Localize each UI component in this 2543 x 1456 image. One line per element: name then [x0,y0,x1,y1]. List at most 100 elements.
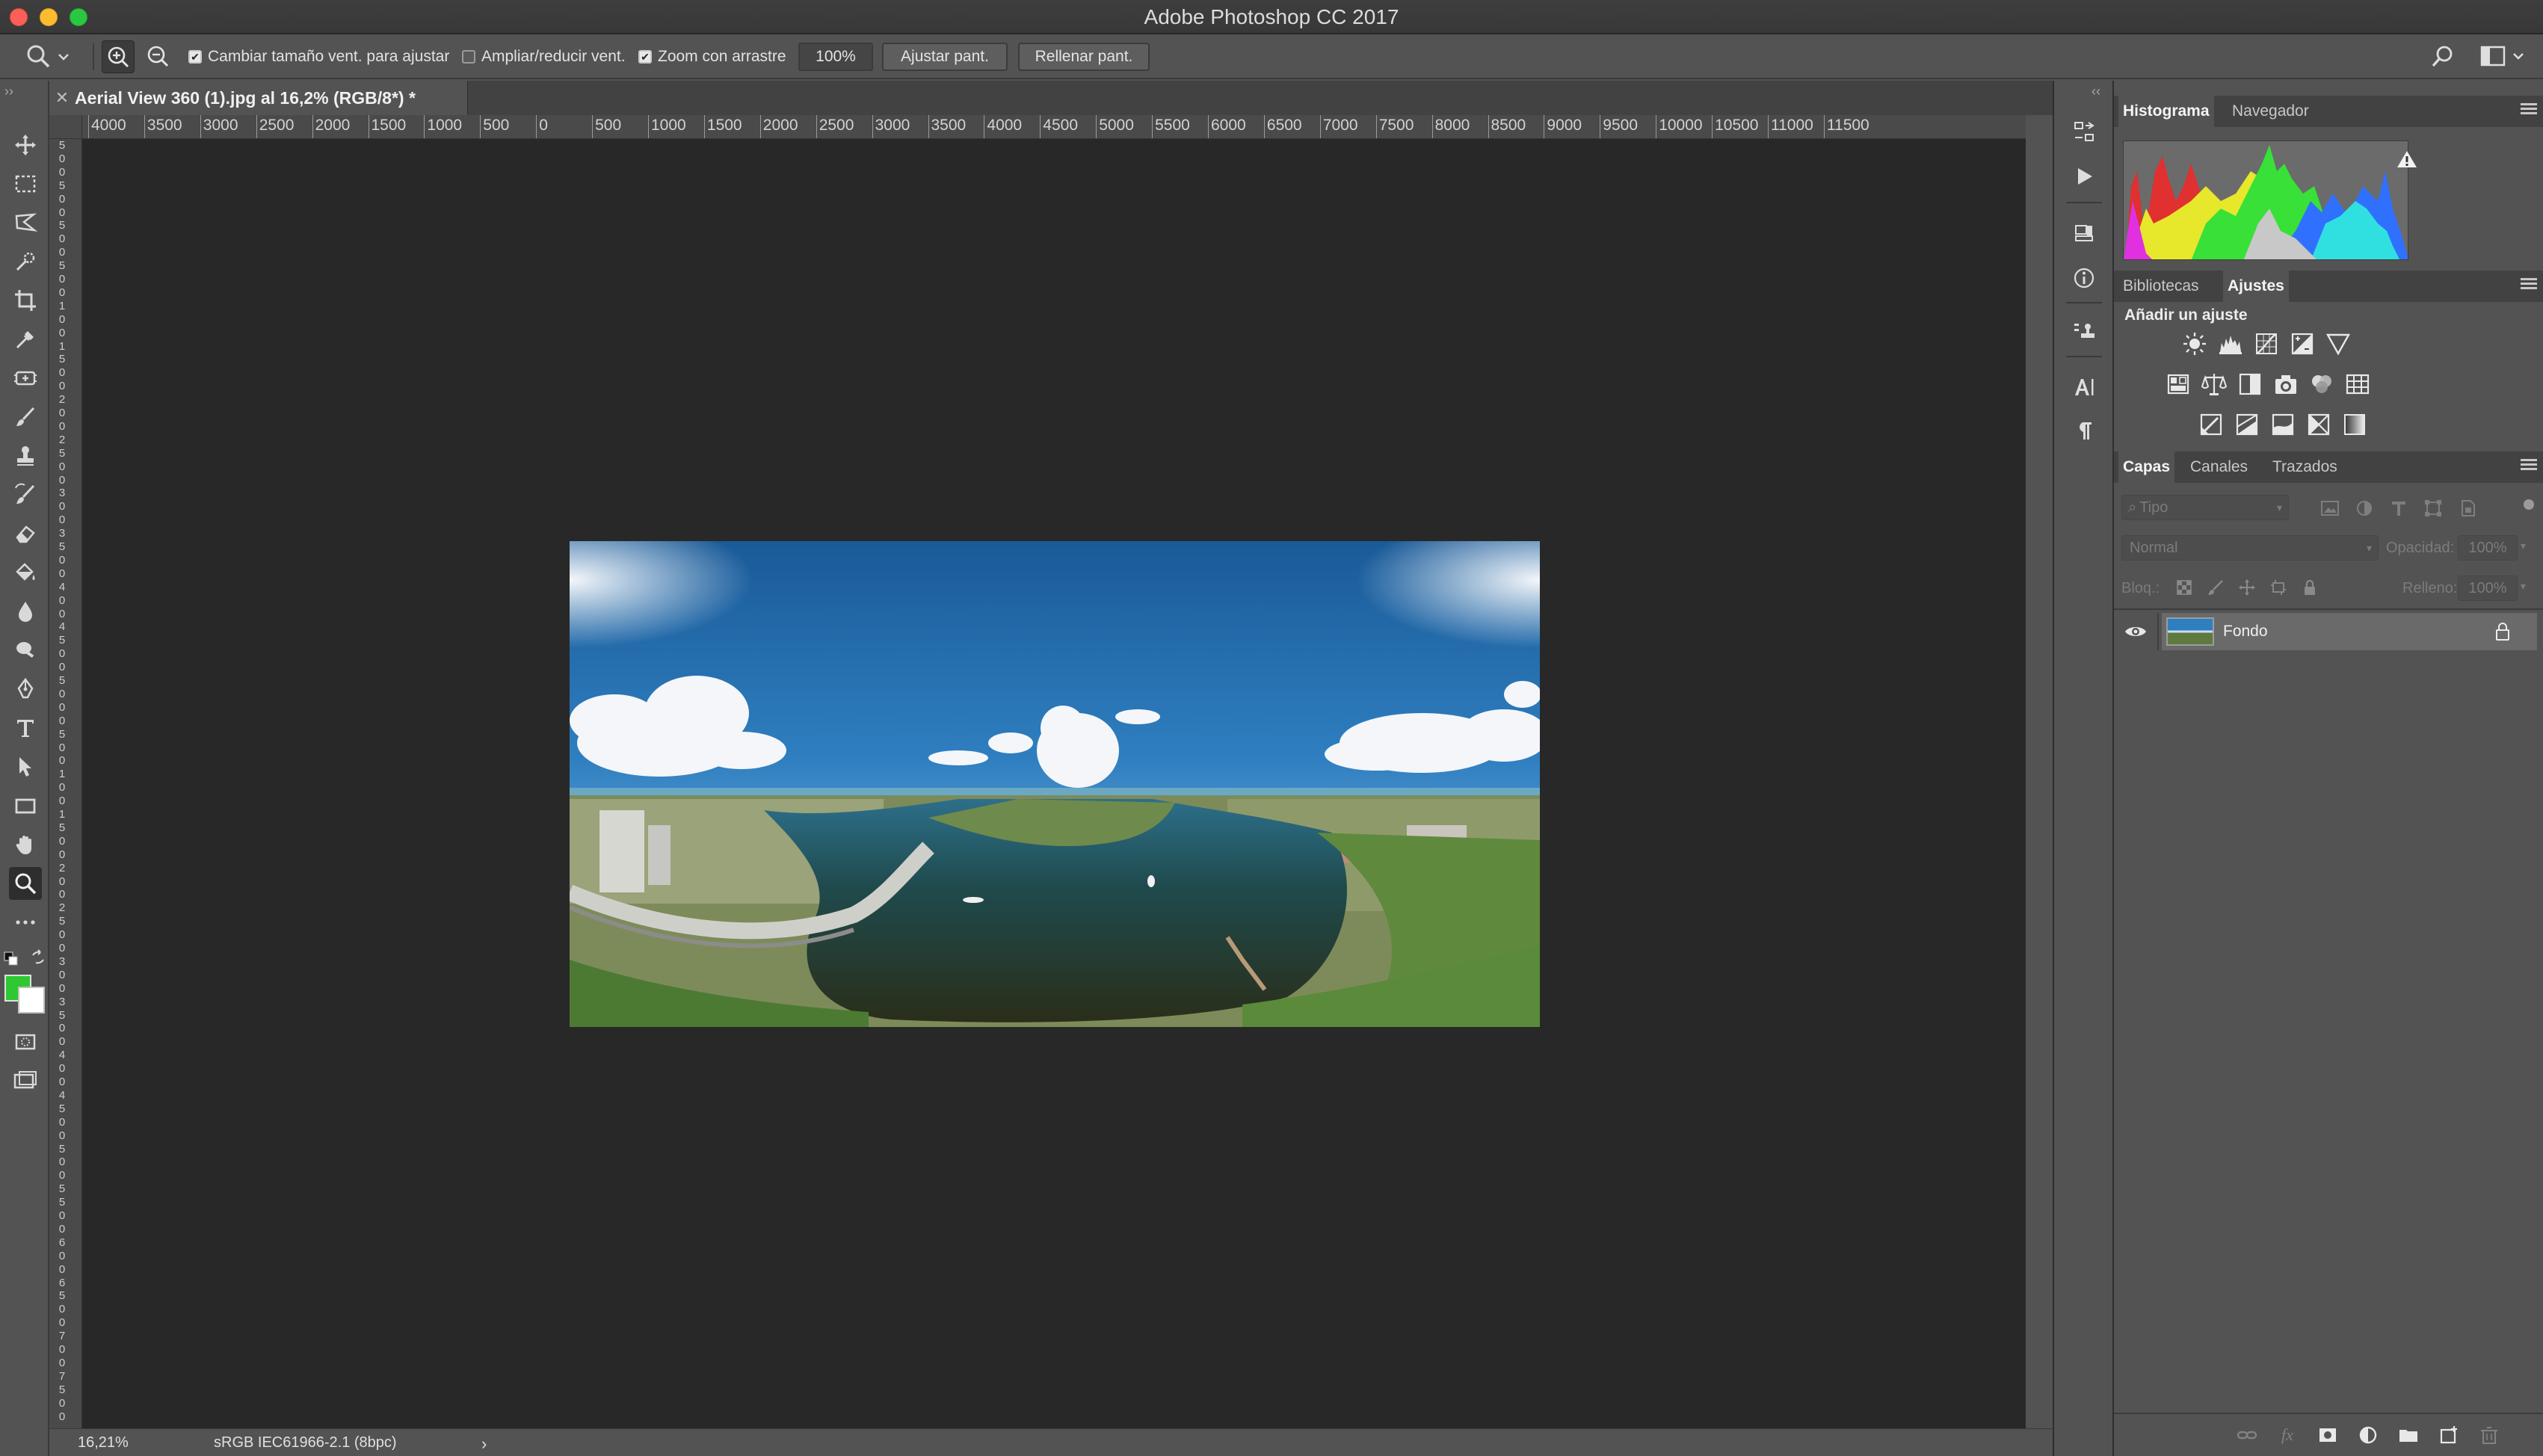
chevron-down-icon[interactable]: ▾ [2521,540,2526,552]
color-balance-button[interactable] [2201,371,2228,398]
tab-adjustments[interactable]: Ajustes [2223,271,2289,302]
default-colors-button[interactable] [3,951,19,971]
eyedropper-tool[interactable] [9,323,42,356]
zoom-out-mode-button[interactable] [142,40,175,73]
chevron-down-icon[interactable]: ▾ [2521,580,2526,593]
smart-object-filter-icon[interactable] [2458,499,2477,521]
actions-panel-button[interactable] [2071,163,2097,190]
tab-layers[interactable]: Capas [2118,451,2175,483]
rectangle-tool[interactable] [9,789,42,822]
fill-field[interactable]: 100% [2458,576,2518,601]
close-document-icon[interactable]: ✕ [49,88,75,108]
zoom-all-checkbox[interactable] [462,50,475,64]
scrubby-zoom-option[interactable]: ✔ Zoom con arrastre [638,34,786,79]
channel-mixer-button[interactable] [2308,371,2335,398]
threshold-button[interactable] [2269,411,2296,438]
workspace-switcher[interactable] [2480,45,2525,67]
dodge-tool[interactable] [9,634,42,667]
tool-preset-picker[interactable] [25,34,70,79]
edit-toolbar-button[interactable] [9,906,42,939]
photo-filter-button[interactable] [2272,371,2299,398]
layer-visibility-toggle[interactable] [2124,623,2147,644]
character-panel-button[interactable] [2071,374,2097,401]
marquee-tool[interactable] [9,167,42,200]
opacity-field[interactable]: 100% [2458,535,2518,561]
clone-source-button[interactable] [2071,318,2097,345]
type-tool[interactable] [9,712,42,744]
blend-mode-dropdown[interactable]: Normal ▾ [2121,535,2379,561]
hue-saturation-button[interactable] [2165,371,2192,398]
add-mask-button[interactable] [2316,1423,2340,1447]
brush-tool[interactable] [9,401,42,434]
layer-style-button[interactable]: fx [2275,1423,2299,1447]
type-layer-filter-icon[interactable] [2389,499,2408,521]
quick-selection-tool[interactable] [9,245,42,278]
invert-button[interactable] [2198,411,2225,438]
resize-windows-checkbox[interactable]: ✔ [188,50,202,64]
color-lookup-button[interactable] [2344,371,2371,398]
vertical-ruler[interactable]: 5005005005001001500200250030035004004500… [49,139,82,1428]
history-brush-tool[interactable] [9,478,42,511]
move-tool[interactable] [9,129,42,161]
new-layer-button[interactable] [2437,1423,2461,1447]
panel-menu-icon[interactable] [2521,459,2537,474]
zoom-in-mode-button[interactable] [102,40,135,73]
shape-layer-filter-icon[interactable] [2423,499,2443,521]
link-layers-button[interactable] [2235,1423,2259,1447]
lock-transparency-icon[interactable] [2175,579,2193,600]
zoom-level-field[interactable]: 16,21% [78,1434,129,1452]
paint-bucket-tool[interactable] [9,556,42,589]
posterize-button[interactable] [2234,411,2260,438]
black-white-button[interactable] [2237,371,2263,398]
zoom-percent-field[interactable]: 100% [798,43,873,71]
hand-tool[interactable] [9,828,42,861]
ruler-origin[interactable] [49,115,82,139]
fill-screen-button[interactable]: Rellenar pant. [1018,43,1150,71]
cache-warning-icon[interactable] [2396,149,2417,173]
new-adjustment-layer-button[interactable] [2356,1423,2380,1447]
filter-toggle-switch[interactable] [2524,499,2534,510]
lock-position-icon[interactable] [2238,579,2256,600]
tab-paths[interactable]: Trazados [2268,451,2342,483]
document-tab[interactable]: ✕ Aerial View 360 (1).jpg al 16,2% (RGB/… [49,81,468,115]
path-selection-tool[interactable] [9,750,42,783]
quick-mask-button[interactable] [9,1025,42,1058]
document-canvas[interactable] [82,139,2026,1428]
horizontal-ruler[interactable]: 4000 3500 3000 2500 2000 1500 1000 500 0 500 1000 1… [82,115,2026,139]
search-button[interactable] [2429,43,2456,74]
curves-button[interactable] [2253,330,2280,357]
panel-menu-icon[interactable] [2521,103,2537,118]
panel-menu-icon[interactable] [2521,278,2537,293]
layer-filter-dropdown[interactable]: ⌕ Tipo ▾ [2121,495,2289,520]
zoom-all-option[interactable]: Ampliar/reducir vent. [462,34,626,79]
tab-channels[interactable]: Canales [2186,451,2252,483]
background-color-swatch[interactable] [18,987,45,1014]
screen-mode-button[interactable] [9,1064,42,1097]
lock-all-icon[interactable] [2301,579,2319,600]
history-panel-button[interactable] [2071,118,2097,145]
layer-row[interactable]: Fondo [2162,613,2537,650]
eraser-tool[interactable] [9,517,42,550]
layer-name[interactable]: Fondo [2223,623,2268,641]
fit-screen-button[interactable]: Ajustar pant. [882,43,1008,71]
brightness-contrast-button[interactable] [2181,330,2208,357]
device-preview-button[interactable] [2071,220,2097,247]
tab-libraries[interactable]: Bibliotecas [2118,271,2204,302]
layer-lock-icon[interactable] [2494,622,2512,645]
vibrance-button[interactable] [2325,330,2352,357]
pixel-layer-filter-icon[interactable] [2320,499,2340,521]
healing-brush-tool[interactable] [9,362,42,395]
lock-pixels-icon[interactable] [2207,579,2225,600]
expand-panels-icon[interactable]: ‹‹ [2092,84,2100,99]
info-panel-button[interactable] [2071,265,2097,291]
clone-stamp-tool[interactable] [9,439,42,472]
gradient-map-button[interactable] [2341,411,2368,438]
new-group-button[interactable] [2396,1423,2420,1447]
collapse-toolbar-icon[interactable]: ›› [4,84,13,99]
zoom-tool[interactable] [9,867,42,900]
tab-navigator[interactable]: Navegador [2228,96,2314,127]
lasso-tool[interactable] [9,206,42,239]
lock-artboard-icon[interactable] [2269,579,2287,600]
adjustment-layer-filter-icon[interactable] [2355,499,2374,521]
exposure-button[interactable] [2289,330,2316,357]
